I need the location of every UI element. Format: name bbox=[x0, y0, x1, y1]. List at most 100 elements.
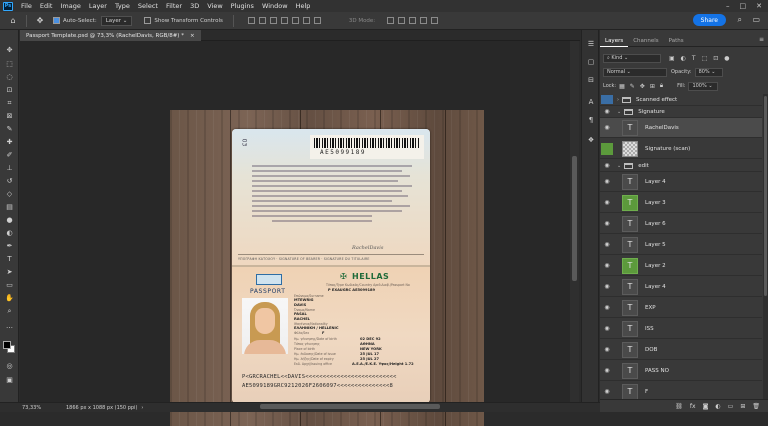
layer-row[interactable]: ◉ T Layer 4 bbox=[600, 277, 762, 297]
zoom-tool-icon[interactable]: ⌕ bbox=[3, 305, 16, 317]
eye-icon[interactable]: ◉ bbox=[600, 262, 614, 269]
quick-mask-icon[interactable]: ◎ bbox=[3, 360, 16, 372]
move-tool-icon[interactable]: ✥ bbox=[3, 44, 16, 56]
align-middle-icon[interactable] bbox=[291, 17, 299, 24]
workspace-icon[interactable]: ▭ bbox=[752, 15, 760, 24]
character-panel-icon[interactable]: A bbox=[585, 96, 597, 108]
filter-smart-object-icon[interactable]: ⊡ bbox=[713, 55, 718, 62]
eye-icon[interactable]: ◉ bbox=[600, 283, 614, 290]
layers-scrollbar[interactable] bbox=[763, 94, 768, 399]
pen-tool-icon[interactable]: ✒ bbox=[3, 240, 16, 252]
document-canvas[interactable]: 03 AE5099189 RachelDavis ΥΠΟΓΡΑΦΗ ΚΑΤΟΧΟ… bbox=[170, 110, 484, 426]
clone-stamp-tool-icon[interactable]: ⊥ bbox=[3, 162, 16, 174]
rectangle-tool-icon[interactable]: ▭ bbox=[3, 279, 16, 291]
lock-position-icon[interactable]: ✥ bbox=[640, 83, 645, 90]
layer-row[interactable]: ◉ T PASS NO bbox=[600, 361, 762, 381]
new-group-icon[interactable]: ▭ bbox=[728, 403, 734, 410]
canvas-horizontal-scroll-thumb[interactable] bbox=[260, 404, 440, 409]
menu-image[interactable]: Image bbox=[56, 2, 84, 10]
layer-row[interactable]: ◉ T DOB bbox=[600, 340, 762, 360]
tab-channels[interactable]: Channels bbox=[628, 35, 663, 47]
dodge-tool-icon[interactable]: ◐ bbox=[3, 227, 16, 239]
adjustment-layer-icon[interactable]: ◐ bbox=[715, 403, 720, 410]
menu-select[interactable]: Select bbox=[134, 2, 162, 10]
eye-icon[interactable]: ◉ bbox=[600, 367, 614, 374]
status-menu-arrow[interactable]: › bbox=[141, 405, 143, 411]
eye-icon[interactable]: ◉ bbox=[600, 124, 614, 131]
properties-panel-icon[interactable]: ⊟ bbox=[585, 74, 597, 86]
eye-icon[interactable]: ◉ bbox=[600, 241, 614, 248]
comments-panel-icon[interactable]: ▢ bbox=[585, 56, 597, 68]
path-selection-tool-icon[interactable]: ➤ bbox=[3, 266, 16, 278]
eraser-tool-icon[interactable]: ◇ bbox=[3, 188, 16, 200]
marquee-tool-icon[interactable]: ⬚ bbox=[3, 58, 16, 70]
eye-icon[interactable]: ◉ bbox=[600, 388, 614, 395]
crop-tool-icon[interactable]: ⌗ bbox=[3, 97, 16, 109]
lock-all-icon[interactable]: 🔒︎ bbox=[660, 82, 663, 90]
align-center-icon[interactable] bbox=[258, 17, 266, 24]
align-bottom-icon[interactable] bbox=[302, 17, 310, 24]
show-transform-checkbox[interactable] bbox=[144, 17, 152, 24]
add-mask-icon[interactable]: ◙ bbox=[703, 403, 709, 410]
scroll-thumb[interactable] bbox=[572, 156, 577, 281]
align-top-icon[interactable] bbox=[280, 17, 288, 24]
eye-icon[interactable]: ◉ bbox=[600, 199, 614, 206]
layer-row[interactable]: ◉ T Layer 3 bbox=[600, 193, 762, 213]
menu-file[interactable]: File bbox=[17, 2, 36, 10]
healing-brush-tool-icon[interactable]: ✚ bbox=[3, 136, 16, 148]
filter-pixel-icon[interactable]: ▣ bbox=[669, 55, 675, 62]
3d-slide-icon[interactable] bbox=[420, 17, 428, 24]
more-tools-icon[interactable]: … bbox=[3, 320, 16, 332]
new-layer-icon[interactable]: ⊞ bbox=[740, 403, 745, 410]
eye-icon[interactable]: ◉ bbox=[600, 304, 614, 311]
share-button[interactable]: Share bbox=[692, 14, 726, 26]
menu-filter[interactable]: Filter bbox=[162, 2, 186, 10]
canvas-area[interactable]: 03 AE5099189 RachelDavis ΥΠΟΓΡΑΦΗ ΚΑΤΟΧΟ… bbox=[20, 41, 570, 426]
chevron-down-icon[interactable]: ⌄ bbox=[617, 109, 621, 115]
menu-type[interactable]: Type bbox=[111, 2, 134, 10]
align-right-icon[interactable] bbox=[269, 17, 277, 24]
3d-scale-icon[interactable] bbox=[431, 17, 439, 24]
opacity-input[interactable]: 80% ⌄ bbox=[694, 67, 723, 77]
link-layers-icon[interactable]: ⛓ bbox=[675, 403, 683, 410]
object-select-tool-icon[interactable]: ⊡ bbox=[3, 84, 16, 96]
screen-mode-icon[interactable]: ▣ bbox=[3, 374, 16, 386]
panel-menu-icon[interactable]: ≡ bbox=[759, 36, 764, 43]
close-tab-icon[interactable]: × bbox=[190, 33, 195, 39]
layer-row[interactable]: ◉ T Layer 4 bbox=[600, 172, 762, 192]
eye-icon[interactable]: ◉ bbox=[600, 162, 614, 169]
tab-layers[interactable]: Layers bbox=[600, 35, 629, 47]
3d-roll-icon[interactable] bbox=[398, 17, 406, 24]
menu-window[interactable]: Window bbox=[258, 2, 292, 10]
type-tool-icon[interactable]: T bbox=[3, 253, 16, 265]
align-left-icon[interactable] bbox=[247, 17, 255, 24]
delete-layer-icon[interactable]: 🗑︎ bbox=[752, 403, 760, 410]
blend-mode-dropdown[interactable]: Normal ⌄ bbox=[603, 67, 667, 77]
menu-view[interactable]: View bbox=[203, 2, 226, 10]
paragraph-panel-icon[interactable]: ¶ bbox=[585, 114, 597, 126]
layer-row-selected[interactable]: ◉ T RachelDavis bbox=[600, 118, 762, 138]
scroll-thumb[interactable] bbox=[764, 96, 767, 296]
layer-row[interactable]: ◉ ⌄ Signature bbox=[600, 106, 762, 118]
menu-plugins[interactable]: Plugins bbox=[227, 2, 258, 10]
3d-rotate-icon[interactable] bbox=[387, 17, 395, 24]
filter-shape-icon[interactable]: ⬚ bbox=[702, 55, 708, 62]
foreground-color-swatch[interactable] bbox=[3, 341, 11, 349]
chevron-down-icon[interactable]: ⌄ bbox=[617, 163, 621, 169]
lock-pixels-icon[interactable]: ✎ bbox=[630, 83, 635, 90]
document-tab[interactable]: Passport Template.psd @ 73,3% (RachelDav… bbox=[20, 30, 201, 41]
layer-row[interactable]: ◉ T Layer 2 bbox=[600, 256, 762, 276]
3d-drag-icon[interactable] bbox=[409, 17, 417, 24]
history-brush-tool-icon[interactable]: ↺ bbox=[3, 175, 16, 187]
close-window-button[interactable]: ✕ bbox=[756, 2, 762, 10]
layer-row[interactable]: ◉ T Layer 6 bbox=[600, 214, 762, 234]
libraries-panel-icon[interactable]: ❖ bbox=[585, 134, 597, 146]
filter-adjustment-icon[interactable]: ◐ bbox=[681, 55, 686, 62]
zoom-level[interactable]: 73,33% bbox=[22, 405, 52, 411]
auto-select-dropdown[interactable]: Layer ⌄ bbox=[100, 15, 133, 26]
lock-artboard-icon[interactable]: ⊞ bbox=[650, 83, 655, 90]
blur-tool-icon[interactable]: ● bbox=[3, 214, 16, 226]
hand-tool-icon[interactable]: ✋ bbox=[3, 292, 16, 304]
gradient-tool-icon[interactable]: ▤ bbox=[3, 201, 16, 213]
layer-row[interactable]: ◉ T F bbox=[600, 382, 762, 399]
